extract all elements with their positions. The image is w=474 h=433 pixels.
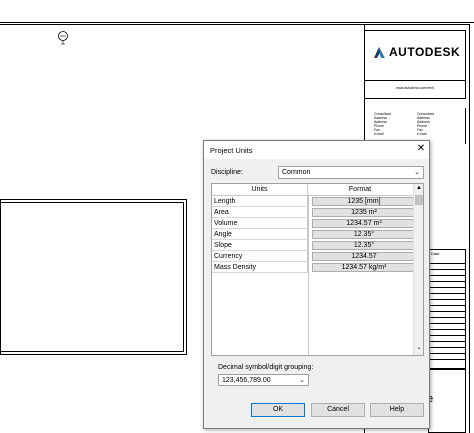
chevron-down-icon: ⌄ <box>414 169 420 176</box>
ok-button[interactable]: OK <box>251 403 305 417</box>
format-button[interactable]: 1235 m² <box>312 208 416 217</box>
table-row[interactable]: Currency 1234.57 <box>212 251 416 262</box>
unit-name: Angle <box>212 229 308 240</box>
unit-name: Volume <box>212 218 308 229</box>
table-row[interactable]: Area 1235 m² <box>212 207 416 218</box>
revision-lines <box>428 258 466 366</box>
table-row[interactable]: Slope 12.35° <box>212 240 416 251</box>
units-table: Units Format Length 1235 [mm] Area 1235 … <box>211 183 424 356</box>
table-row[interactable]: Length 1235 [mm] <box>212 196 416 207</box>
column-header-units: Units <box>212 184 308 196</box>
close-icon[interactable]: ✕ <box>415 143 427 155</box>
title-block-bottom-box <box>428 369 466 433</box>
viewport-frame-inner <box>0 202 184 352</box>
format-button[interactable]: 1235 [mm] <box>312 197 416 206</box>
view-marker-icon[interactable] <box>57 30 69 46</box>
format-button[interactable]: 1234.57 m³ <box>312 219 416 228</box>
title-block-url: www.autodesk.com/revit <box>396 86 434 90</box>
decimal-grouping-select[interactable]: 123,456,789.00 ⌄ <box>218 374 309 386</box>
scroll-down-icon[interactable]: ⌄ <box>414 344 424 353</box>
unit-name: Mass Density <box>212 262 308 273</box>
table-row[interactable]: Volume 1234.57 m³ <box>212 218 416 229</box>
format-button[interactable]: 1234.57 <box>312 252 416 261</box>
discipline-label: Discipline: <box>211 169 243 176</box>
date-label: Date <box>431 251 440 256</box>
consultants-right: Consultant Address Address Phone Fax e-m… <box>417 112 434 136</box>
cancel-button[interactable]: Cancel <box>311 403 365 417</box>
decimal-grouping-label: Decimal symbol/digit grouping: <box>218 364 314 371</box>
consultant-line: e-mail <box>374 132 384 136</box>
logo-text: AUTODESK <box>389 45 461 59</box>
sheet-top-line <box>0 22 474 23</box>
unit-name: Currency <box>212 251 308 262</box>
discipline-select[interactable]: Common ⌄ <box>278 166 424 179</box>
column-divider <box>308 196 309 355</box>
unit-name: Area <box>212 207 308 218</box>
chevron-down-icon: ⌄ <box>299 377 305 384</box>
decimal-grouping-value: 123,456,789.00 <box>222 376 271 384</box>
format-button[interactable]: 12.35° <box>312 230 416 239</box>
help-button[interactable]: Help <box>370 403 424 417</box>
scroll-up-icon[interactable]: ▲ <box>414 185 424 194</box>
table-row[interactable]: Angle 12.35° <box>212 229 416 240</box>
consultant-line: e-mail <box>417 132 427 136</box>
consultants-left: Consultant Address Address Phone Fax e-m… <box>374 112 391 136</box>
autodesk-logo: AUTODESK <box>373 45 460 59</box>
format-button[interactable]: 1234.57 kg/m³ <box>312 263 416 272</box>
format-button[interactable]: 12.35° <box>312 241 416 250</box>
units-rows: Length 1235 [mm] Area 1235 m² Volume 123… <box>212 196 416 273</box>
unit-name: Length <box>212 196 308 207</box>
dialog-titlebar[interactable]: Project Units ✕ <box>204 141 429 159</box>
column-header-format: Format <box>308 184 412 196</box>
discipline-value: Common <box>282 169 311 176</box>
scrollbar-thumb[interactable] <box>415 195 423 205</box>
unit-name: Slope <box>212 240 308 251</box>
table-row[interactable]: Mass Density 1234.57 kg/m³ <box>212 262 416 273</box>
dialog-title: Project Units <box>210 146 253 155</box>
autodesk-logo-icon <box>374 46 385 58</box>
project-units-dialog: Project Units ✕ Discipline: Common ⌄ Uni… <box>203 140 430 429</box>
title-block-url-box <box>364 81 466 99</box>
table-scrollbar[interactable]: ▲ ⌄ <box>413 184 423 355</box>
